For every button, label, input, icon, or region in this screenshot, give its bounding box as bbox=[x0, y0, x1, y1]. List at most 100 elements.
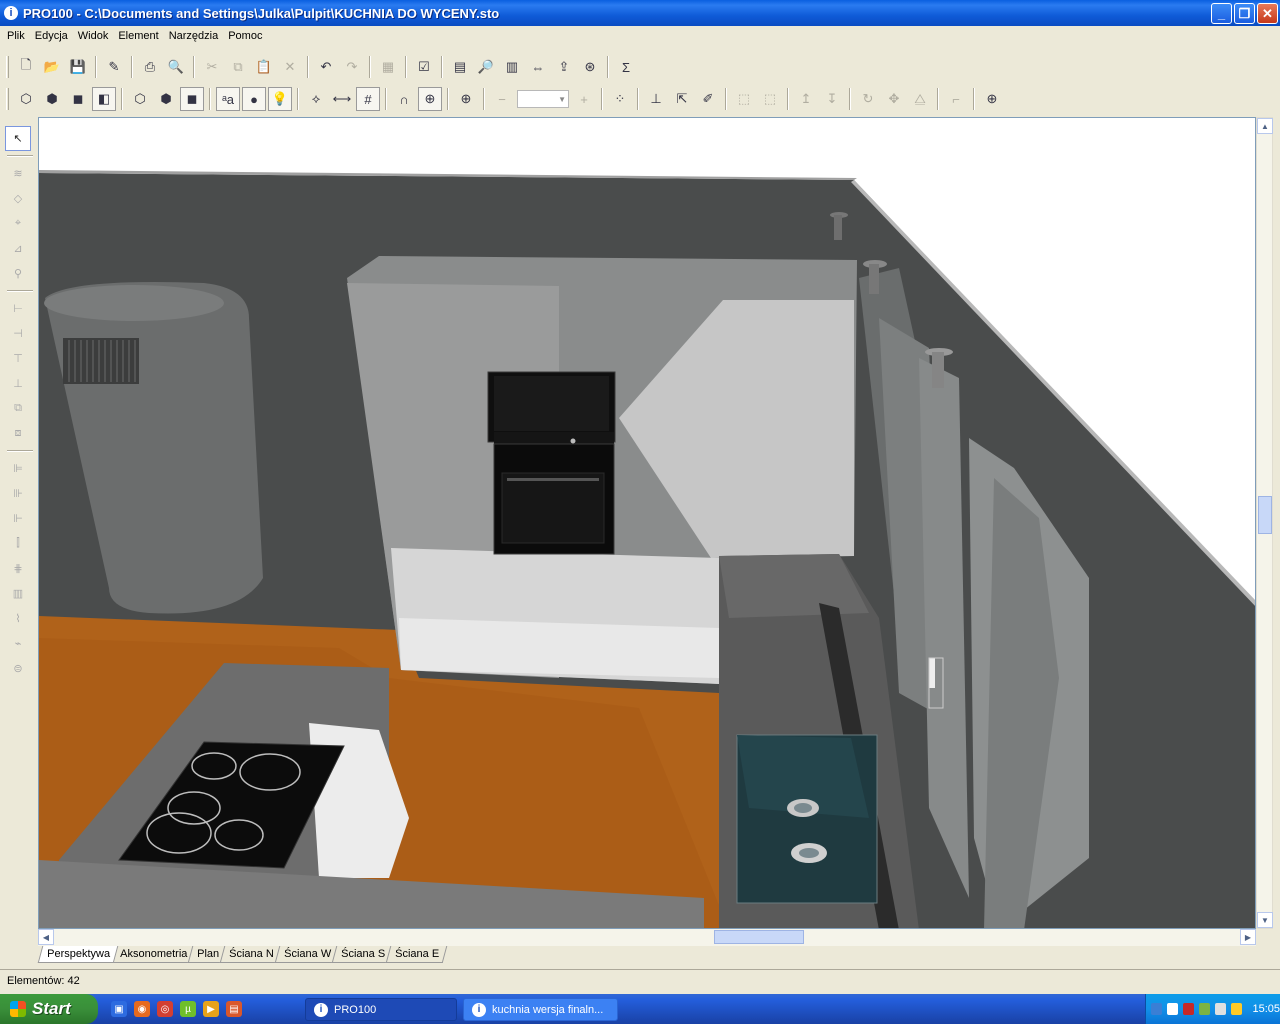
3d-viewport[interactable] bbox=[38, 117, 1256, 929]
redo-icon[interactable]: ↷ bbox=[340, 55, 364, 79]
zoom-element-icon[interactable]: ⚲ bbox=[5, 261, 31, 286]
task-pro100[interactable]: i PRO100 bbox=[305, 998, 457, 1021]
vertical-scrollbar[interactable]: ▲ ▼ bbox=[1256, 117, 1273, 929]
equal-width-icon[interactable]: ⫿ bbox=[5, 531, 31, 556]
measure-icon[interactable]: ⟷ bbox=[330, 87, 354, 111]
mirror-icon[interactable]: ⧋ bbox=[908, 87, 932, 111]
menu-pomoc[interactable]: Pomoc bbox=[223, 30, 267, 42]
save-icon[interactable]: 💾 bbox=[66, 55, 90, 79]
distribute-h-icon[interactable]: ⧉ bbox=[5, 396, 31, 421]
tab-ściana-w[interactable]: Ściana W bbox=[274, 946, 340, 963]
tray-speech-icon[interactable] bbox=[1167, 1003, 1179, 1015]
sum-icon[interactable]: Σ bbox=[614, 55, 638, 79]
show-desktop-icon[interactable]: ▣ bbox=[111, 1001, 127, 1017]
tray-network-icon[interactable] bbox=[1199, 1003, 1211, 1015]
box-hidden-icon[interactable]: ⬢ bbox=[154, 87, 178, 111]
materials-icon[interactable]: ● bbox=[242, 87, 266, 111]
select-all-icon[interactable]: ⁘ bbox=[608, 87, 632, 111]
move-down-icon[interactable]: ↧ bbox=[820, 87, 844, 111]
target-icon[interactable]: ⊕ bbox=[454, 87, 478, 111]
distribute-v-icon[interactable]: ⧈ bbox=[5, 421, 31, 446]
horizontal-scroll-thumb[interactable] bbox=[714, 930, 804, 944]
utorrent-icon[interactable]: µ bbox=[180, 1001, 196, 1017]
wrench-tool-icon[interactable]: ⌁ bbox=[5, 631, 31, 656]
menu-narzędzia[interactable]: Narzędzia bbox=[164, 30, 224, 42]
pointer-icon[interactable]: ↖ bbox=[5, 126, 31, 151]
print-preview-icon[interactable]: 🔍 bbox=[164, 55, 188, 79]
move-up-icon[interactable]: ↥ bbox=[794, 87, 818, 111]
vertical-scroll-thumb[interactable] bbox=[1258, 496, 1272, 534]
zoom-in-icon[interactable]: + bbox=[572, 87, 596, 111]
menu-element[interactable]: Element bbox=[113, 30, 163, 42]
tab-ściana-s[interactable]: Ściana S bbox=[331, 946, 394, 963]
library-icon[interactable]: ▦ bbox=[376, 55, 400, 79]
export-icon[interactable]: ⇪ bbox=[552, 55, 576, 79]
start-button[interactable]: Start bbox=[0, 994, 98, 1024]
align-top-icon[interactable]: ⊤ bbox=[5, 346, 31, 371]
scroll-left-icon[interactable]: ◀ bbox=[38, 929, 54, 945]
tray-arrow-icon[interactable] bbox=[1151, 1003, 1163, 1015]
align-left-icon[interactable]: ⊢ bbox=[5, 296, 31, 321]
align-center-icon[interactable]: ⊣ bbox=[5, 321, 31, 346]
close-button[interactable]: ✕ bbox=[1257, 3, 1278, 24]
shelf-icon[interactable]: ⌐ bbox=[944, 87, 968, 111]
horizontal-scrollbar[interactable]: ◀ ▶ bbox=[38, 929, 1256, 946]
textured-view-icon[interactable]: ◧ bbox=[92, 87, 116, 111]
zoom-out-icon[interactable]: − bbox=[490, 87, 514, 111]
stack-center-icon[interactable]: ⊪ bbox=[5, 481, 31, 506]
move-icon[interactable]: ✥ bbox=[882, 87, 906, 111]
ungroup-icon[interactable]: ⬚ bbox=[758, 87, 782, 111]
scroll-right-icon[interactable]: ▶ bbox=[1240, 929, 1256, 945]
report-icon[interactable]: ▤ bbox=[448, 55, 472, 79]
menu-widok[interactable]: Widok bbox=[73, 30, 114, 42]
tray-update-icon[interactable] bbox=[1231, 1003, 1243, 1015]
box-wire-icon[interactable]: ⬡ bbox=[128, 87, 152, 111]
box-solid-icon[interactable]: ◼ bbox=[180, 87, 204, 111]
pen-icon[interactable]: ✐ bbox=[696, 87, 720, 111]
undo-icon[interactable]: ↶ bbox=[314, 55, 338, 79]
tray-volume-icon[interactable] bbox=[1215, 1003, 1227, 1015]
move-cursor-icon[interactable]: ⇱ bbox=[670, 87, 694, 111]
media-player-icon[interactable]: ▶ bbox=[203, 1001, 219, 1017]
dimension-icon[interactable]: ⟡ bbox=[304, 87, 328, 111]
stack-right-icon[interactable]: ⊩ bbox=[5, 506, 31, 531]
chart-tool-icon[interactable]: ▥ bbox=[5, 581, 31, 606]
new-file-icon[interactable]: 🗋 bbox=[14, 55, 38, 79]
pricing-icon[interactable]: ⊛ bbox=[578, 55, 602, 79]
magnet-icon[interactable]: ∩ bbox=[392, 87, 416, 111]
scroll-down-icon[interactable]: ▼ bbox=[1257, 912, 1273, 928]
hidden-lines-view-icon[interactable]: ⬢ bbox=[40, 87, 64, 111]
stack-left-icon[interactable]: ⊫ bbox=[5, 456, 31, 481]
app-icon[interactable]: i bbox=[4, 6, 18, 20]
wireframe-view-icon[interactable]: ⬡ bbox=[14, 87, 38, 111]
stamp-tool-icon[interactable]: ⊜ bbox=[5, 656, 31, 681]
edit-drawer-icon[interactable]: ⊿ bbox=[5, 236, 31, 261]
maximize-button[interactable]: ❐ bbox=[1234, 3, 1255, 24]
rotate-icon[interactable]: ↻ bbox=[856, 87, 880, 111]
tab-aksonometria[interactable]: Aksonometria bbox=[110, 946, 196, 963]
print-icon[interactable]: ⎙ bbox=[138, 55, 162, 79]
copy-icon[interactable]: ⧉ bbox=[226, 55, 250, 79]
toolbar-grip[interactable] bbox=[6, 56, 9, 78]
scroll-up-icon[interactable]: ▲ bbox=[1257, 118, 1273, 134]
parallel-move-icon[interactable]: ≋ bbox=[5, 161, 31, 186]
target-red-icon[interactable]: ⊕ bbox=[980, 87, 1004, 111]
group-icon[interactable]: ⬚ bbox=[732, 87, 756, 111]
clock[interactable]: 15:05 bbox=[1252, 1003, 1280, 1015]
paint-tool-icon[interactable]: ⌇ bbox=[5, 606, 31, 631]
properties-icon[interactable]: ✎ bbox=[102, 55, 126, 79]
snap-target-icon[interactable]: ⊕ bbox=[418, 87, 442, 111]
tree-report-icon[interactable]: ▥ bbox=[500, 55, 524, 79]
task-kuchnia[interactable]: i kuchnia wersja finaln... bbox=[463, 998, 618, 1021]
firefox-icon[interactable]: ◉ bbox=[134, 1001, 150, 1017]
shaded-view-icon[interactable]: ◼ bbox=[66, 87, 90, 111]
menu-plik[interactable]: Plik bbox=[2, 30, 30, 42]
zoom-combobox[interactable]: ▼ bbox=[517, 90, 569, 108]
title-bar[interactable]: i PRO100 - C:\Documents and Settings\Jul… bbox=[0, 0, 1280, 26]
grid-icon[interactable]: # bbox=[356, 87, 380, 111]
cutting-list-icon[interactable]: ⇔ bbox=[526, 55, 550, 79]
checklist-icon[interactable]: ☑ bbox=[412, 55, 436, 79]
minimize-button[interactable]: _ bbox=[1211, 3, 1232, 24]
chrome-icon[interactable]: ◎ bbox=[157, 1001, 173, 1017]
tab-ściana-n[interactable]: Ściana N bbox=[220, 946, 283, 963]
